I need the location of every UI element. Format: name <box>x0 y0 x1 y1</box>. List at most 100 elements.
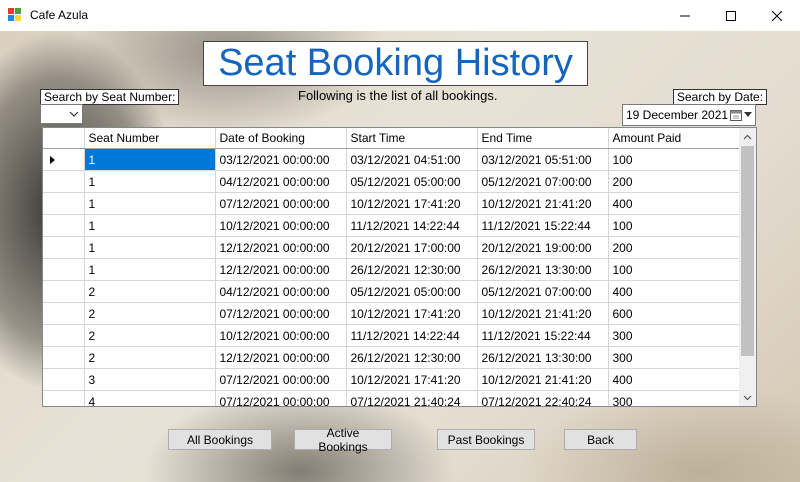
row-header[interactable] <box>43 258 85 281</box>
cell-start-time[interactable]: 10/12/2021 17:41:20 <box>346 192 478 215</box>
scroll-up-button[interactable] <box>739 128 756 145</box>
row-header[interactable] <box>43 324 85 347</box>
table-row[interactable]: 2 10/12/2021 00:00:00 11/12/2021 14:22:44 1… <box>43 324 740 347</box>
table-row[interactable]: 2 12/12/2021 00:00:00 26/12/2021 12:30:00 2… <box>43 346 740 369</box>
row-header[interactable] <box>43 148 85 171</box>
column-header-amount-paid[interactable]: Amount Paid <box>608 128 740 149</box>
seat-search-combobox[interactable] <box>40 104 83 124</box>
table-row[interactable]: 1 12/12/2021 00:00:00 20/12/2021 17:00:00 2… <box>43 236 740 259</box>
cell-date-of-booking[interactable]: 03/12/2021 00:00:00 <box>215 148 347 171</box>
cell-seat-number[interactable]: 3 <box>84 368 216 391</box>
cell-date-of-booking[interactable]: 10/12/2021 00:00:00 <box>215 214 347 237</box>
table-row[interactable]: 3 07/12/2021 00:00:00 10/12/2021 17:41:20 1… <box>43 368 740 391</box>
column-header-end-time[interactable]: End Time <box>477 128 609 149</box>
cell-end-time[interactable]: 11/12/2021 15:22:44 <box>477 324 609 347</box>
past-bookings-button[interactable]: Past Bookings <box>437 429 535 450</box>
calendar-icon[interactable] <box>730 109 742 121</box>
cell-start-time[interactable]: 10/12/2021 17:41:20 <box>346 302 478 325</box>
date-picker[interactable]: 19 December 2021 <box>622 104 756 126</box>
cell-start-time[interactable]: 05/12/2021 05:00:00 <box>346 170 478 193</box>
cell-end-time[interactable]: 11/12/2021 15:22:44 <box>477 214 609 237</box>
dropdown-arrow-icon[interactable] <box>744 112 752 118</box>
row-header[interactable] <box>43 170 85 193</box>
cell-seat-number[interactable]: 2 <box>84 346 216 369</box>
cell-start-time[interactable]: 07/12/2021 21:40:24 <box>346 390 478 406</box>
cell-amount-paid[interactable]: 200 <box>608 236 740 259</box>
row-header[interactable] <box>43 302 85 325</box>
cell-start-time[interactable]: 05/12/2021 05:00:00 <box>346 280 478 303</box>
scroll-thumb[interactable] <box>741 146 754 356</box>
cell-end-time[interactable]: 07/12/2021 22:40:24 <box>477 390 609 406</box>
row-header[interactable] <box>43 280 85 303</box>
active-bookings-button[interactable]: Active Bookings <box>294 426 392 454</box>
table-row[interactable]: 1 07/12/2021 00:00:00 10/12/2021 17:41:20 1… <box>43 192 740 215</box>
minimize-button[interactable] <box>662 0 708 31</box>
all-bookings-button[interactable]: All Bookings <box>168 429 272 450</box>
cell-seat-number[interactable]: 2 <box>84 324 216 347</box>
table-row[interactable]: 1 10/12/2021 00:00:00 11/12/2021 14:22:44 1… <box>43 214 740 237</box>
cell-start-time[interactable]: 20/12/2021 17:00:00 <box>346 236 478 259</box>
cell-seat-number[interactable]: 1 <box>84 214 216 237</box>
cell-amount-paid[interactable]: 100 <box>608 214 740 237</box>
cell-end-time[interactable]: 10/12/2021 21:41:20 <box>477 192 609 215</box>
table-row[interactable]: 2 04/12/2021 00:00:00 05/12/2021 05:00:00 0… <box>43 280 740 303</box>
back-button[interactable]: Back <box>564 429 637 450</box>
cell-date-of-booking[interactable]: 07/12/2021 00:00:00 <box>215 302 347 325</box>
cell-seat-number[interactable]: 2 <box>84 280 216 303</box>
close-button[interactable] <box>754 0 800 31</box>
cell-amount-paid[interactable]: 100 <box>608 148 740 171</box>
cell-date-of-booking[interactable]: 07/12/2021 00:00:00 <box>215 390 347 406</box>
cell-amount-paid[interactable]: 400 <box>608 192 740 215</box>
column-header-start-time[interactable]: Start Time <box>346 128 478 149</box>
row-header[interactable] <box>43 368 85 391</box>
table-row[interactable]: 1 12/12/2021 00:00:00 26/12/2021 12:30:00 2… <box>43 258 740 281</box>
cell-seat-number[interactable]: 1 <box>84 192 216 215</box>
cell-end-time[interactable]: 26/12/2021 13:30:00 <box>477 258 609 281</box>
cell-date-of-booking[interactable]: 07/12/2021 00:00:00 <box>215 368 347 391</box>
cell-start-time[interactable]: 10/12/2021 17:41:20 <box>346 368 478 391</box>
scroll-down-button[interactable] <box>739 389 756 406</box>
cell-seat-number[interactable]: 2 <box>84 302 216 325</box>
cell-date-of-booking[interactable]: 10/12/2021 00:00:00 <box>215 324 347 347</box>
cell-start-time[interactable]: 11/12/2021 14:22:44 <box>346 324 478 347</box>
table-row[interactable]: 2 07/12/2021 00:00:00 10/12/2021 17:41:20 1… <box>43 302 740 325</box>
maximize-button[interactable] <box>708 0 754 31</box>
cell-end-time[interactable]: 10/12/2021 21:41:20 <box>477 302 609 325</box>
cell-amount-paid[interactable]: 300 <box>608 324 740 347</box>
cell-end-time[interactable]: 26/12/2021 13:30:00 <box>477 346 609 369</box>
row-header[interactable] <box>43 346 85 369</box>
cell-end-time[interactable]: 03/12/2021 05:51:00 <box>477 148 609 171</box>
booking-grid[interactable]: Seat Number Date of Booking Start Time E… <box>42 127 757 407</box>
cell-end-time[interactable]: 05/12/2021 07:00:00 <box>477 280 609 303</box>
cell-amount-paid[interactable]: 600 <box>608 302 740 325</box>
cell-date-of-booking[interactable]: 07/12/2021 00:00:00 <box>215 192 347 215</box>
cell-seat-number[interactable]: 1 <box>84 258 216 281</box>
cell-amount-paid[interactable]: 200 <box>608 170 740 193</box>
column-header-date-of-booking[interactable]: Date of Booking <box>215 128 347 149</box>
cell-seat-number[interactable]: 1 <box>84 148 216 171</box>
row-header[interactable] <box>43 214 85 237</box>
table-row[interactable]: 1 04/12/2021 00:00:00 05/12/2021 05:00:00 0… <box>43 170 740 193</box>
vertical-scrollbar[interactable] <box>739 128 756 406</box>
cell-start-time[interactable]: 11/12/2021 14:22:44 <box>346 214 478 237</box>
table-row[interactable]: 1 03/12/2021 00:00:00 03/12/2021 04:51:00 0… <box>43 148 740 171</box>
cell-date-of-booking[interactable]: 12/12/2021 00:00:00 <box>215 346 347 369</box>
cell-amount-paid[interactable]: 300 <box>608 390 740 406</box>
cell-end-time[interactable]: 20/12/2021 19:00:00 <box>477 236 609 259</box>
column-header-seat-number[interactable]: Seat Number <box>84 128 216 149</box>
cell-date-of-booking[interactable]: 12/12/2021 00:00:00 <box>215 236 347 259</box>
cell-seat-number[interactable]: 1 <box>84 170 216 193</box>
cell-date-of-booking[interactable]: 04/12/2021 00:00:00 <box>215 280 347 303</box>
row-header[interactable] <box>43 236 85 259</box>
cell-end-time[interactable]: 05/12/2021 07:00:00 <box>477 170 609 193</box>
cell-start-time[interactable]: 26/12/2021 12:30:00 <box>346 258 478 281</box>
cell-seat-number[interactable]: 4 <box>84 390 216 406</box>
cell-end-time[interactable]: 10/12/2021 21:41:20 <box>477 368 609 391</box>
table-row[interactable]: 4 07/12/2021 00:00:00 07/12/2021 21:40:24 0… <box>43 390 740 406</box>
cell-start-time[interactable]: 03/12/2021 04:51:00 <box>346 148 478 171</box>
cell-date-of-booking[interactable]: 04/12/2021 00:00:00 <box>215 170 347 193</box>
row-header[interactable] <box>43 390 85 406</box>
cell-amount-paid[interactable]: 400 <box>608 368 740 391</box>
cell-amount-paid[interactable]: 100 <box>608 258 740 281</box>
row-header[interactable] <box>43 192 85 215</box>
